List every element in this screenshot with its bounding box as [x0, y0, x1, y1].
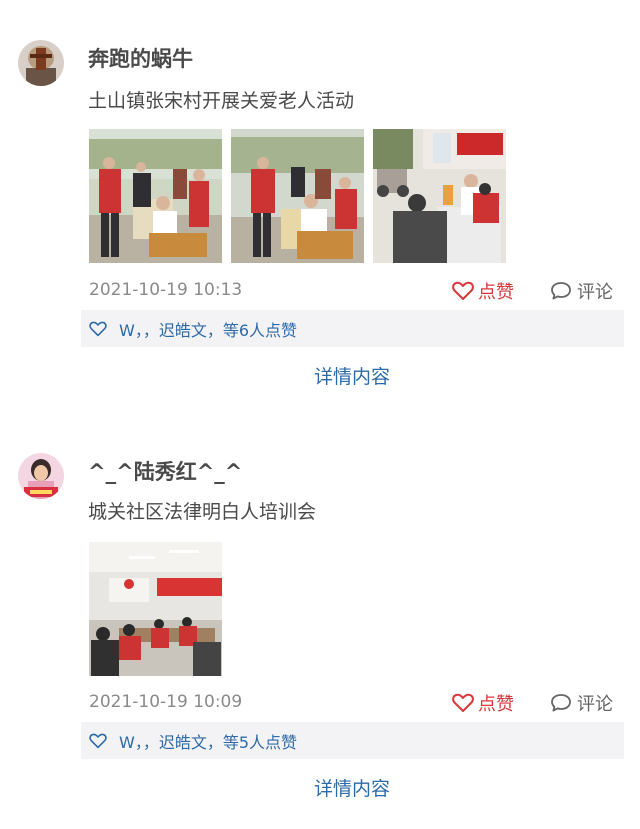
comment-button[interactable]: 评论	[550, 690, 613, 716]
username[interactable]: 奔跑的蜗牛	[88, 43, 193, 73]
username[interactable]: ^_^陆秀红^_^	[88, 456, 242, 486]
speech-bubble-icon	[551, 282, 571, 300]
like-button[interactable]: 点赞	[452, 278, 514, 304]
post-photo[interactable]	[373, 129, 506, 263]
heart-outline-icon	[452, 281, 474, 300]
avatar-image	[18, 453, 64, 499]
like-label: 点赞	[478, 694, 514, 715]
comment-label: 评论	[577, 694, 613, 715]
details-link[interactable]: 详情内容	[0, 362, 640, 389]
like-label: 点赞	[478, 282, 514, 303]
likes-summary[interactable]: W，，迟皓文，等5人点赞	[81, 722, 624, 759]
post-text: 城关社区法律明白人培训会	[88, 501, 317, 523]
speech-bubble-icon	[551, 694, 571, 712]
likes-text: W，，迟皓文，等5人点赞	[119, 732, 298, 752]
post-timestamp: 2021-10-19 10:13	[89, 280, 243, 300]
post-photo[interactable]	[89, 129, 222, 263]
avatar[interactable]	[18, 453, 64, 499]
heart-outline-icon	[452, 693, 474, 712]
post-text: 土山镇张宋村开展关爱老人活动	[88, 90, 355, 112]
heart-outline-icon	[89, 321, 107, 337]
likes-text: W，，迟皓文，等6人点赞	[119, 320, 298, 340]
post-photo[interactable]	[89, 542, 222, 676]
heart-outline-icon	[89, 733, 107, 749]
avatar-image	[18, 40, 64, 86]
details-link[interactable]: 详情内容	[0, 774, 640, 801]
comment-label: 评论	[577, 282, 613, 303]
likes-summary[interactable]: W，，迟皓文，等6人点赞	[81, 310, 624, 347]
post-photo[interactable]	[231, 129, 364, 263]
like-button[interactable]: 点赞	[452, 690, 514, 716]
avatar[interactable]	[18, 40, 64, 86]
comment-button[interactable]: 评论	[550, 278, 613, 304]
post-timestamp: 2021-10-19 10:09	[89, 692, 243, 712]
